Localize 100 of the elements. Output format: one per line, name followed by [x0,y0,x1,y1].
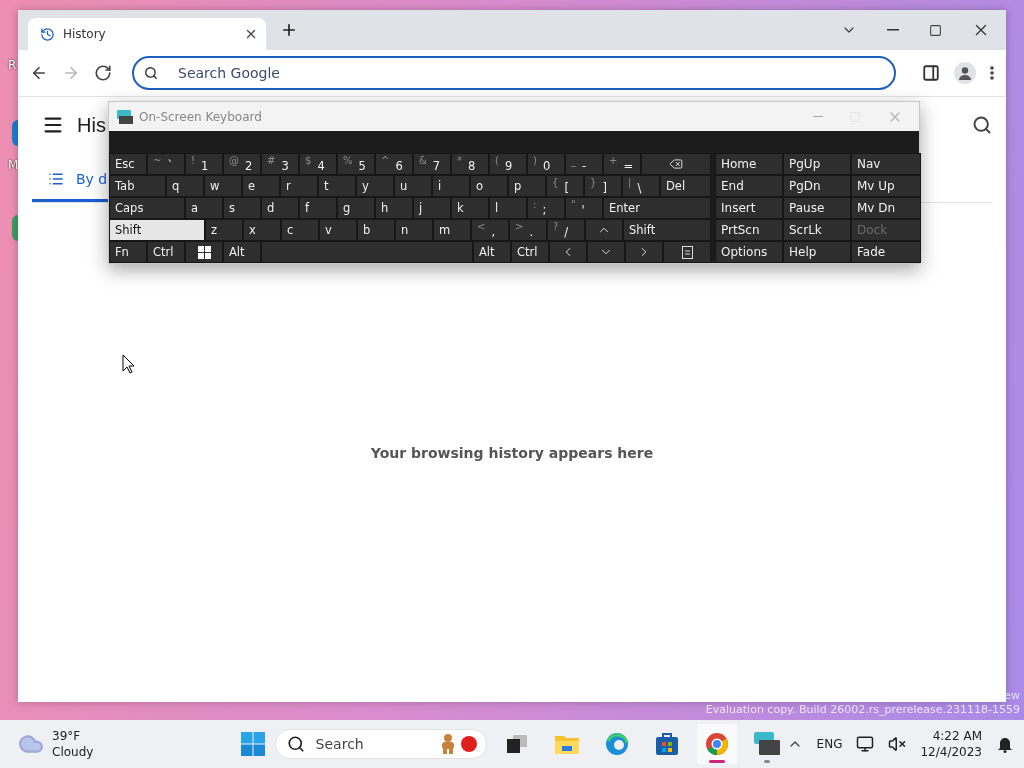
key[interactable]: Esc [109,153,147,175]
start-button[interactable] [240,732,265,756]
key[interactable]: Nav [851,153,921,175]
key[interactable]: PgUp [783,153,851,175]
key[interactable]: " ' [565,197,603,219]
key[interactable]: Help [783,241,851,263]
key[interactable]: Alt [473,241,511,263]
key[interactable]: ! 1 [185,153,223,175]
key[interactable]: l [489,197,527,219]
key[interactable]: k [451,197,489,219]
key[interactable]: t [318,175,356,197]
key[interactable]: PgDn [783,175,851,197]
key[interactable]: ^ 6 [375,153,413,175]
key[interactable]: c [281,219,319,241]
profile-avatar[interactable] [954,62,976,84]
key[interactable]: ) 0 [527,153,565,175]
key[interactable]: Insert [715,197,783,219]
notification-bell-icon[interactable] [996,735,1014,753]
key[interactable]: End [715,175,783,197]
muted-speaker-icon[interactable] [888,735,907,753]
key[interactable]: u [394,175,432,197]
key[interactable]: } ] [584,175,622,197]
reload-button[interactable] [94,64,112,82]
key[interactable]: # 3 [261,153,299,175]
key[interactable]: Tab [109,175,166,197]
key[interactable]: Enter [603,197,711,219]
key[interactable]: p [508,175,546,197]
close-tab-button[interactable] [244,27,258,41]
key[interactable]: x [243,219,281,241]
key[interactable]: n [395,219,433,241]
key[interactable]: _ - [565,153,603,175]
key[interactable]: * 8 [451,153,489,175]
windows-key[interactable] [185,241,223,263]
key[interactable]: w [204,175,242,197]
key[interactable]: : ; [527,197,565,219]
key[interactable]: o [470,175,508,197]
menu-key[interactable] [663,241,711,263]
key[interactable]: Del [660,175,711,197]
key[interactable]: j [413,197,451,219]
key[interactable]: PrtScn [715,219,783,241]
maximize-button[interactable] [929,23,942,37]
key[interactable]: m [433,219,471,241]
key[interactable]: | \ [622,175,660,197]
minimize-button[interactable] [887,29,899,31]
key[interactable]: s [223,197,261,219]
key[interactable]: z [205,219,243,241]
key[interactable]: < , [471,219,509,241]
key[interactable]: f [299,197,337,219]
key[interactable]: b [357,219,395,241]
backspace-key[interactable] [641,153,711,175]
shift-symbol: " [571,199,576,210]
shift-symbol: } [590,177,597,188]
key[interactable]: & 7 [413,153,451,175]
address-bar[interactable]: Search Google [132,56,896,90]
key[interactable]: Home [715,153,783,175]
shift-symbol: # [267,155,276,166]
key[interactable]: Mv Dn [851,197,921,219]
key[interactable]: @ 2 [223,153,261,175]
key[interactable]: { [ [546,175,584,197]
search-button[interactable] [972,115,992,135]
clock[interactable]: 4:22 AM 12/4/2023 [920,728,982,760]
menu-button[interactable] [42,114,64,136]
key[interactable]: Caps [109,197,185,219]
search-field[interactable]: Search [274,729,487,759]
key[interactable]: Ctrl [511,241,549,263]
browser-tab[interactable]: History [28,18,266,50]
menu-button[interactable] [990,66,994,80]
key[interactable]: Alt [223,241,261,263]
key[interactable]: r [280,175,318,197]
key[interactable]: + = [603,153,641,175]
key[interactable]: > . [509,219,547,241]
key[interactable]: ScrLk [783,219,851,241]
key-label: 0 [542,159,551,173]
key[interactable]: e [242,175,280,197]
new-tab-button[interactable] [280,21,298,39]
key[interactable]: y [356,175,394,197]
key[interactable]: ? / [547,219,585,241]
key[interactable]: a [185,197,223,219]
key[interactable]: h [375,197,413,219]
key[interactable]: q [166,175,204,197]
key[interactable]: ~ ` [147,153,185,175]
key[interactable]: Fade [851,241,921,263]
key[interactable]: % 5 [337,153,375,175]
key[interactable]: $ 4 [299,153,337,175]
key[interactable]: Options [715,241,783,263]
key[interactable]: Pause [783,197,851,219]
key[interactable]: Shift [623,219,711,241]
key[interactable]: v [319,219,357,241]
side-panel-button[interactable] [922,64,940,82]
back-button[interactable] [30,64,48,82]
key[interactable]: i [432,175,470,197]
key[interactable]: Mv Up [851,175,921,197]
key[interactable]: d [261,197,299,219]
language-indicator[interactable]: ENG [816,737,843,751]
key[interactable]: g [337,197,375,219]
key[interactable]: ( 9 [489,153,527,175]
key[interactable]: Shift [109,219,205,241]
key[interactable]: Ctrl [147,241,185,263]
key-label: 4 [317,159,325,173]
key[interactable]: Fn [109,241,147,263]
